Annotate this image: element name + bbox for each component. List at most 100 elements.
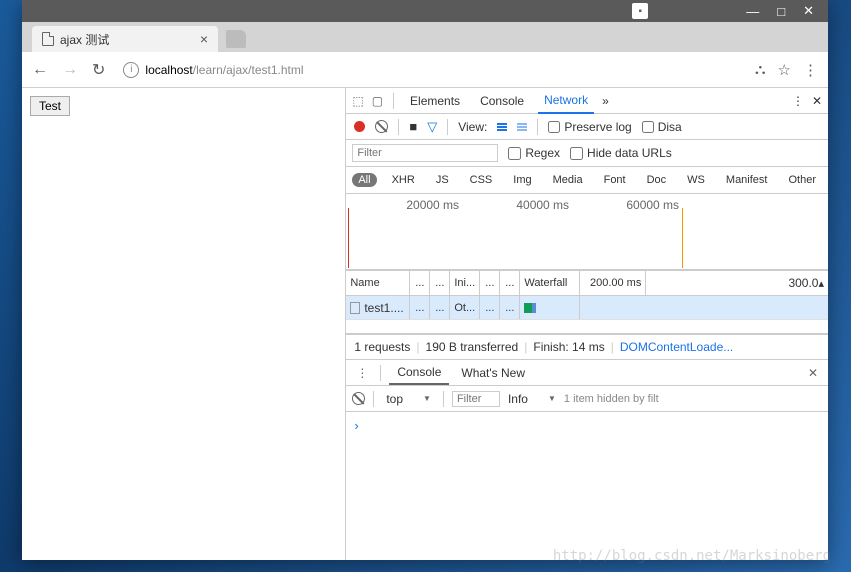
bookmark-icon[interactable]: ☆: [778, 61, 791, 79]
tab-close-icon[interactable]: ×: [200, 31, 208, 47]
filter-font[interactable]: Font: [598, 173, 632, 187]
hidden-count: 1 item hidden by filt: [564, 393, 659, 405]
inspect-icon[interactable]: ⬚: [352, 94, 363, 108]
timeline-marker-start: [348, 208, 349, 268]
filter-xhr[interactable]: XHR: [386, 173, 421, 187]
context-select[interactable]: top: [382, 392, 435, 406]
cell-waterfall: [520, 296, 580, 319]
drawer-menu-icon[interactable]: ⋮: [352, 366, 372, 380]
network-status: 1 requests | 190 B transferred | Finish:…: [346, 334, 828, 360]
drawer-tab-whatsnew[interactable]: What's New: [453, 362, 533, 384]
table-row[interactable]: test1.... ... ... Ot... ... ...: [346, 296, 828, 320]
watermark: http://blog.csdn.net/Marksinoberg: [553, 548, 831, 564]
table-header: Name ... ... Ini... ... ... Waterfall 20…: [346, 270, 828, 296]
view-detail-icon[interactable]: [517, 123, 527, 131]
cell-name: test1....: [346, 296, 410, 319]
url-text: localhost/learn/ajax/test1.html: [145, 61, 303, 78]
filter-other[interactable]: Other: [782, 173, 822, 187]
col-200[interactable]: 200.00 ms: [580, 271, 646, 295]
timeline-marker-end: [682, 208, 683, 268]
tab-console[interactable]: Console: [474, 89, 530, 113]
filter-input[interactable]: [352, 144, 498, 162]
console-toolbar: top Info 1 item hidden by filt: [346, 386, 828, 412]
new-tab-button[interactable]: [226, 30, 246, 48]
devtools-menu-icon[interactable]: ⋮: [792, 94, 804, 108]
close-button[interactable]: ✕: [803, 3, 814, 19]
record-button[interactable]: [354, 121, 365, 132]
info-icon[interactable]: i: [123, 62, 139, 78]
filter-media[interactable]: Media: [547, 173, 589, 187]
type-filter-bar: All XHR JS CSS Img Media Font Doc WS Man…: [346, 167, 828, 194]
filter-bar: Regex Hide data URLs: [346, 140, 828, 167]
filter-doc[interactable]: Doc: [641, 173, 673, 187]
filter-css[interactable]: CSS: [464, 173, 499, 187]
filter-ws[interactable]: WS: [681, 173, 711, 187]
tab-strip: ajax 测试 ×: [22, 22, 828, 52]
console-clear-button[interactable]: [352, 392, 365, 405]
filter-js[interactable]: JS: [430, 173, 455, 187]
device-icon[interactable]: ▢: [372, 94, 383, 108]
status-dcl: DOMContentLoade...: [620, 340, 733, 354]
reload-button[interactable]: ↻: [92, 60, 105, 80]
network-toolbar: ■ ▽ View: Preserve log Disa: [346, 114, 828, 140]
cell-2: ...: [430, 296, 450, 319]
col-name[interactable]: Name: [346, 271, 410, 295]
devtools-panel: ⬚ ▢ Elements Console Network » ⋮ ✕ ■ ▽ V…: [345, 88, 828, 560]
col-h3[interactable]: ...: [480, 271, 500, 295]
user-icon[interactable]: ▪: [632, 3, 648, 19]
devtools-tabs: ⬚ ▢ Elements Console Network » ⋮ ✕: [346, 88, 828, 114]
col-h4[interactable]: ...: [500, 271, 520, 295]
maximize-button[interactable]: □: [777, 4, 785, 19]
tab-elements[interactable]: Elements: [404, 89, 466, 113]
tab-network[interactable]: Network: [538, 88, 594, 114]
devtools-close-icon[interactable]: ✕: [812, 94, 822, 108]
filter-manifest[interactable]: Manifest: [720, 173, 774, 187]
browser-window: ▪ — □ ✕ ajax 测试 × ← → ↻ i localhost/lear…: [22, 0, 828, 560]
cell-1: ...: [410, 296, 430, 319]
address-bar: ← → ↻ i localhost/learn/ajax/test1.html …: [22, 52, 828, 88]
filter-icon[interactable]: ▽: [427, 119, 437, 135]
screenshot-icon[interactable]: ■: [409, 119, 417, 134]
browser-tab[interactable]: ajax 测试 ×: [32, 26, 218, 52]
drawer-tabs: ⋮ Console What's New ✕: [346, 360, 828, 386]
preserve-log-checkbox[interactable]: Preserve log: [548, 120, 631, 134]
level-select[interactable]: Info: [504, 392, 560, 406]
drawer-close-icon[interactable]: ✕: [804, 366, 822, 380]
col-initiator[interactable]: Ini...: [450, 271, 480, 295]
drawer-tab-console[interactable]: Console: [389, 361, 449, 385]
file-icon: [42, 32, 54, 46]
tick-2: 40000 ms: [516, 198, 569, 212]
clear-button[interactable]: [375, 120, 388, 133]
console-filter-input[interactable]: [452, 391, 500, 407]
col-300[interactable]: 300.0▴: [646, 271, 828, 295]
minimize-button[interactable]: —: [746, 4, 759, 19]
prompt-icon: ›: [354, 418, 358, 433]
disable-cache-checkbox[interactable]: Disa: [642, 120, 682, 134]
url-field[interactable]: i localhost/learn/ajax/test1.html: [119, 57, 741, 83]
status-requests: 1 requests: [354, 340, 410, 354]
col-h2[interactable]: ...: [430, 271, 450, 295]
cell-4: ...: [500, 296, 520, 319]
tab-title: ajax 测试: [60, 31, 194, 48]
cell-3: ...: [480, 296, 500, 319]
cell-initiator: Ot...: [450, 296, 480, 319]
view-label: View:: [458, 120, 487, 134]
test-button[interactable]: Test: [30, 96, 70, 116]
regex-checkbox[interactable]: Regex: [508, 146, 560, 160]
tabs-overflow-icon[interactable]: »: [602, 94, 609, 108]
cell-timing: [580, 296, 828, 319]
tick-3: 60000 ms: [626, 198, 679, 212]
timeline[interactable]: 20000 ms 40000 ms 60000 ms: [346, 194, 828, 270]
filter-img[interactable]: Img: [507, 173, 537, 187]
filter-all[interactable]: All: [352, 173, 376, 187]
translate-icon[interactable]: ⛬: [755, 61, 766, 78]
back-button[interactable]: ←: [32, 61, 48, 79]
hide-data-urls-checkbox[interactable]: Hide data URLs: [570, 146, 672, 160]
col-h1[interactable]: ...: [410, 271, 430, 295]
forward-button[interactable]: →: [62, 61, 78, 79]
console-body[interactable]: ›: [346, 412, 828, 560]
col-waterfall[interactable]: Waterfall: [520, 271, 580, 295]
tick-1: 20000 ms: [406, 198, 459, 212]
view-list-icon[interactable]: [497, 123, 507, 131]
menu-icon[interactable]: ⋮: [803, 61, 818, 79]
